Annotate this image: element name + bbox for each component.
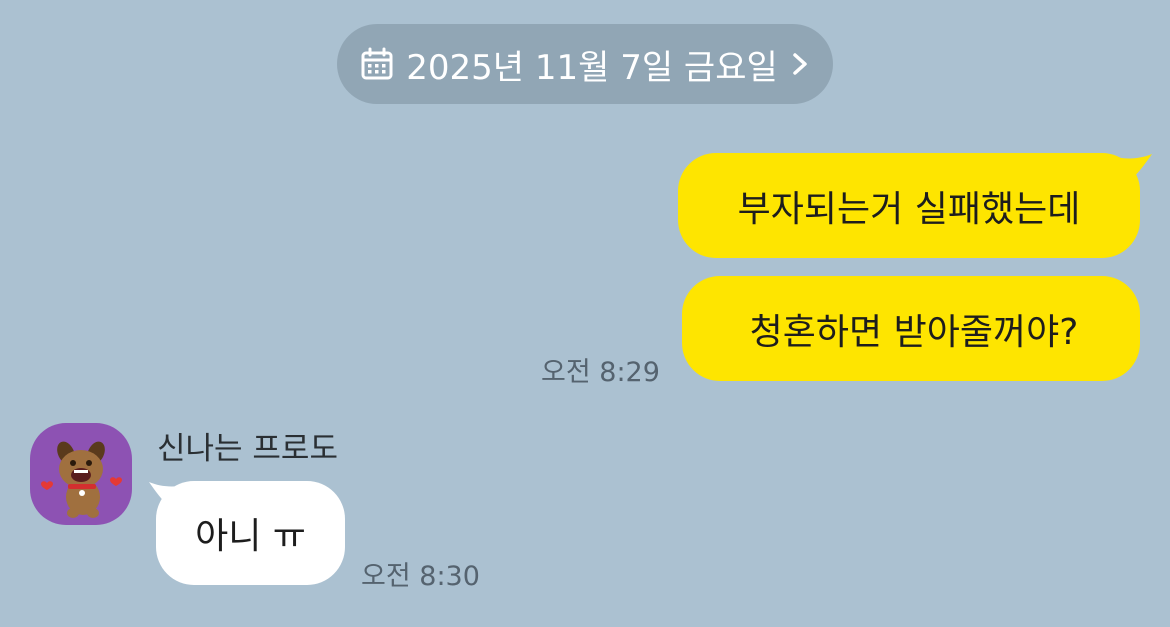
friend-message-bubble[interactable]: 아니 ㅠ (156, 481, 345, 585)
message-text: 아니 ㅠ (195, 516, 306, 557)
my-message-bubble[interactable]: 부자되는거 실패했는데 (678, 153, 1140, 258)
bubble-tail (1112, 154, 1152, 184)
date-divider[interactable]: 2025년 11월 7일 금요일 (337, 24, 833, 104)
chevron-right-icon (790, 49, 810, 79)
message-text: 청혼하면 받아줄꺼야? (749, 311, 1079, 353)
sender-name: 신나는 프로도 (157, 431, 338, 467)
my-message-bubble[interactable]: 청혼하면 받아줄꺼야? (682, 276, 1140, 381)
friend-avatar[interactable] (30, 423, 132, 525)
calendar-icon (360, 47, 394, 81)
message-timestamp: 오전 8:30 (361, 561, 480, 592)
dog-character-icon (41, 441, 122, 518)
date-label: 2025년 11월 7일 금요일 (406, 47, 778, 88)
message-timestamp: 오전 8:29 (541, 357, 660, 388)
message-text: 부자되는거 실패했는데 (737, 188, 1081, 230)
